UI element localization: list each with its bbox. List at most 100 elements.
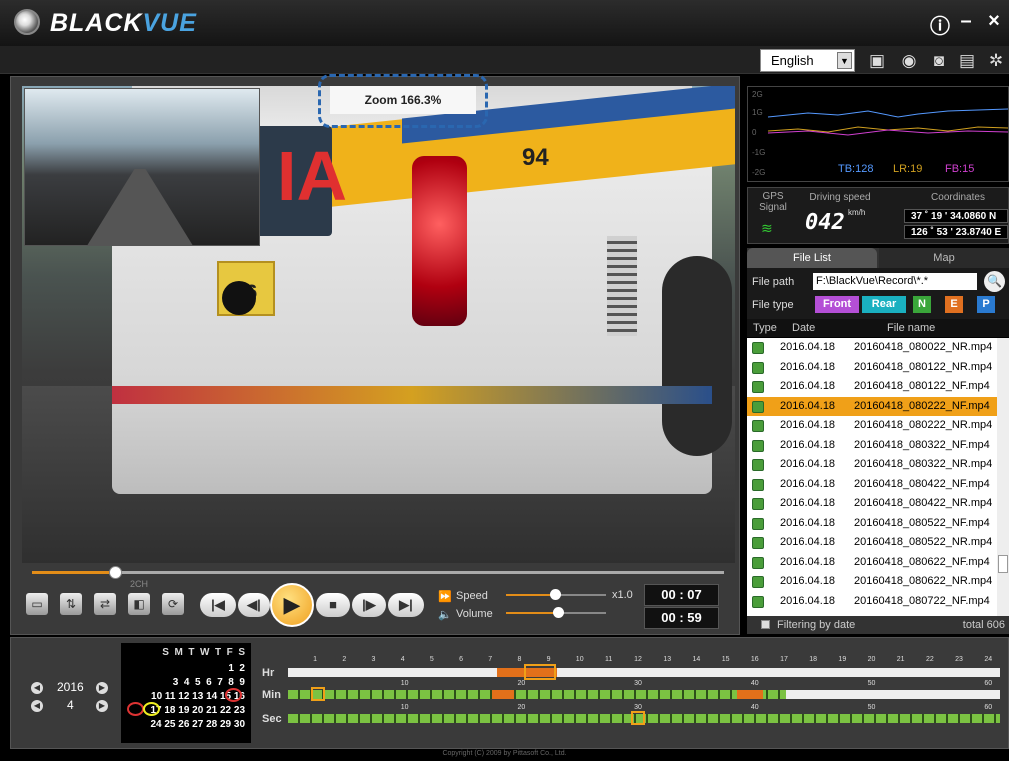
graph-tb: TB:128 [838,163,874,175]
camera-icon[interactable]: ◙ [928,50,950,72]
list-item[interactable]: 2016.04.18 20160418_080422_NF.mp4 [747,475,997,495]
video-file-icon [752,420,764,432]
video-file-icon [752,556,764,569]
file-list: 2016.04.18 20160418_080022_NR.mp4 2016.04… [747,338,997,616]
first-button[interactable]: |◀ [200,593,236,617]
file-path-input[interactable]: F:\BlackVue\Record\*.* [813,273,977,290]
calendar-week[interactable]: 3 4 5 6 7 8 9 [121,677,251,688]
scale-tick: 5 [429,656,434,663]
list-item[interactable]: 2016.04.18 20160418_080022_NR.mp4 [747,338,997,358]
speed-slider-handle[interactable] [550,589,561,600]
close-button[interactable]: × [982,10,1006,33]
tab-map[interactable]: Map [879,248,1009,268]
seek-bar[interactable] [32,571,724,574]
list-item[interactable]: 2016.04.18 20160418_080122_NF.mp4 [747,377,997,397]
prev-frame-button[interactable]: ◀| [238,593,270,617]
tab-file-list[interactable]: File List [747,248,877,268]
blackvue-logo-icon [14,9,40,35]
calendar-week[interactable]: 24 25 26 27 28 29 30 [121,719,251,730]
event-filter-button[interactable]: E [945,296,963,313]
gps-icon[interactable]: ◉ [898,50,920,72]
seek-handle[interactable] [109,566,122,579]
plate-blur [222,281,256,315]
play-button[interactable]: ▶ [270,583,314,627]
scale-tick: 3 [371,656,376,663]
list-item[interactable]: 2016.04.18 20160418_080422_NR.mp4 [747,494,997,514]
list-item[interactable]: 2016.04.18 20160418_080722_NF.mp4 [747,592,997,612]
scale-tick: 8 [517,656,522,663]
list-item[interactable]: 2016.04.18 20160418_080222_NR.mp4 [747,416,997,436]
minimize-button[interactable]: – [954,10,978,33]
stop-button[interactable]: ■ [316,593,350,617]
scale-tick: 16 [750,656,759,663]
list-item[interactable]: 2016.04.18 20160418_080522_NR.mp4 [747,533,997,553]
graph-label: -1G [752,148,766,157]
hour-cursor[interactable] [524,664,556,680]
video-file-icon [752,595,764,608]
minute-cursor[interactable] [311,687,325,701]
latitude: 37 ˚ 19 ' 34.0860 N [904,209,1008,223]
list-item-selected[interactable]: 2016.04.18 20160418_080222_NF.mp4 [747,396,997,416]
list-item[interactable]: 2016.04.18 20160418_080122_NR.mp4 [747,358,997,378]
total-time: 00 : 59 [644,607,719,629]
last-button[interactable]: ▶| [388,593,424,617]
scale-tick: 10 [400,704,409,711]
list-footer: Filtering by date total 606 [747,616,1009,634]
search-icon[interactable]: 🔍 [984,271,1005,292]
front-filter-button[interactable]: Front [815,296,859,313]
volume-slider-handle[interactable] [553,607,564,618]
prev-month-button[interactable]: ◀ [31,700,43,712]
hour-timeline[interactable] [288,668,1000,677]
gps-signal-label: GPS Signal [759,191,787,213]
next-frame-button[interactable]: |▶ [352,593,386,617]
scale-tick: 20 [867,656,876,663]
list-scrollbar[interactable] [997,338,1009,616]
list-item[interactable]: 2016.04.18 20160418_080322_NR.mp4 [747,455,997,475]
speed-icon: ⏩ [438,591,452,603]
rear-camera-pip[interactable] [24,88,260,246]
tail-light [412,156,467,326]
list-item[interactable]: 2016.04.18 20160418_080522_NF.mp4 [747,514,997,534]
list-item[interactable]: 2016.04.18 20160418_080322_NF.mp4 [747,436,997,456]
file-name: 20160418_080322_NR.mp4 [854,458,993,470]
scale-tick: 17 [780,656,788,663]
speed-unit: km/h [848,208,866,217]
flip-horizontal-icon[interactable]: ⇄ [94,593,116,615]
volume-label: Volume [456,608,493,620]
print-icon[interactable]: ▤ [956,50,978,72]
info-icon[interactable]: ⓘ [928,10,952,39]
volume-slider-fill [506,612,556,614]
pip-toggle-icon[interactable]: ◧ [128,593,150,615]
prev-year-button[interactable]: ◀ [31,682,43,694]
gear-icon[interactable]: ✲ [985,50,1007,72]
chevron-down-icon[interactable]: ▼ [837,52,852,69]
calendar[interactable]: S M T W T F S 1 2 3 4 5 6 7 8 9 10 11 12… [121,643,251,743]
filter-checkbox[interactable] [761,620,770,629]
pip-road [85,169,195,245]
language-select[interactable]: English ▼ [760,49,855,72]
scrollbar-thumb[interactable] [998,555,1008,573]
video-file-icon [752,517,764,530]
next-year-button[interactable]: ▶ [96,682,108,694]
parking-filter-button[interactable]: P [977,296,995,313]
second-cursor[interactable] [631,711,645,725]
next-month-button[interactable]: ▶ [96,700,108,712]
calendar-week[interactable]: 1 2 [121,663,251,674]
video-file-icon [752,459,764,471]
normal-filter-button[interactable]: N [913,296,931,313]
rear-filter-button[interactable]: Rear [862,296,906,313]
col-date: Date [792,322,816,334]
list-item[interactable]: 2016.04.18 20160418_080622_NR.mp4 [747,572,997,592]
list-item[interactable]: 2016.04.18 20160418_080622_NF.mp4 [747,553,997,573]
snapshot-icon[interactable]: ▭ [26,593,48,615]
rotate-icon[interactable]: ⟳ [162,593,184,615]
bus-vent [607,236,637,336]
flip-vertical-icon[interactable]: ⇅ [60,593,82,615]
minute-event-segment [737,690,763,699]
file-date: 2016.04.18 [780,399,836,412]
scale-tick: 9 [546,656,551,663]
gallery-icon[interactable]: ▣ [866,50,888,72]
video-file-icon [752,576,764,588]
scale-tick: 30 [634,680,642,687]
video-file-icon [752,439,764,452]
